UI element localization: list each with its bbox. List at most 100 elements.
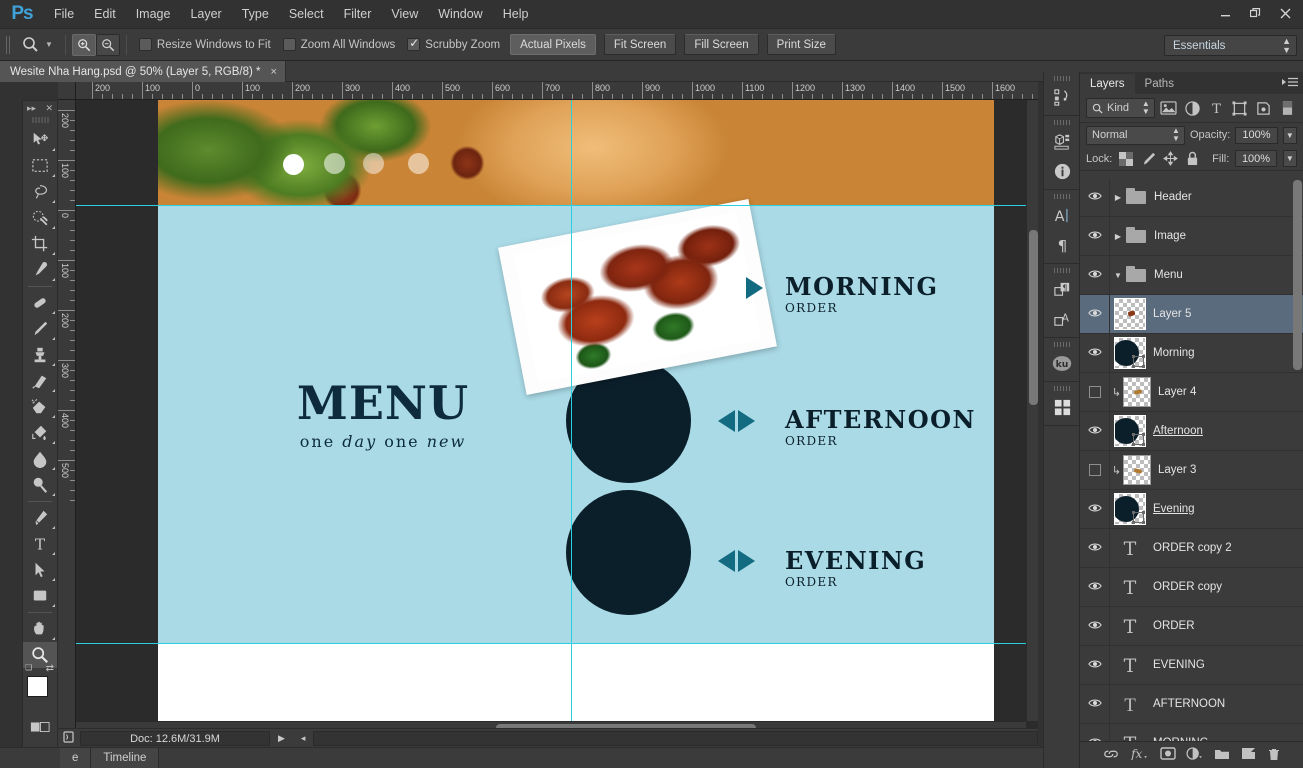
group-twirl-icon[interactable]: ▶ (1110, 193, 1126, 202)
layer-thumbnail[interactable] (1123, 377, 1151, 407)
menu-type[interactable]: Type (232, 0, 279, 28)
layer-visibility-toggle[interactable] (1080, 450, 1110, 490)
clone-stamp-tool[interactable] (23, 342, 57, 368)
pen-tool[interactable] (23, 505, 57, 531)
layer-name[interactable]: Header (1154, 191, 1192, 203)
layer-visibility-toggle[interactable] (1080, 372, 1110, 412)
menu-title-text[interactable]: MENU (248, 380, 518, 426)
eyedropper-tool[interactable] (23, 257, 57, 283)
close-icon[interactable]: × (271, 66, 277, 78)
panel-menu-icon[interactable] (1282, 77, 1298, 91)
info-panel-icon[interactable] (1044, 156, 1080, 186)
foreground-color-swatch[interactable] (27, 676, 48, 697)
lock-transparent-icon[interactable] (1118, 150, 1134, 168)
horizontal-ruler[interactable]: 200 100 0 100 200 300 400 500 600 700 800 900 1000 11… (76, 82, 1038, 100)
dock-grip-5[interactable] (1053, 340, 1070, 348)
layer-name[interactable]: AFTERNOON (1153, 698, 1225, 710)
layer-name[interactable]: EVENING (1153, 659, 1205, 671)
layer-name[interactable]: Image (1154, 230, 1186, 242)
crop-tool[interactable] (23, 231, 57, 257)
layer-thumbnail[interactable]: T (1114, 610, 1146, 642)
layer-row-image[interactable]: ▶ Image (1080, 216, 1303, 256)
zoom-all-windows-checkbox[interactable]: Zoom All Windows (282, 38, 395, 51)
rectangle-tool[interactable] (23, 583, 57, 609)
default-colors-icon[interactable]: ❏ (25, 663, 32, 672)
afternoon-title-text[interactable]: AFTERNOON (785, 405, 976, 434)
afternoon-order-text[interactable]: ORDER (785, 434, 838, 448)
group-twirl-icon[interactable]: ▼ (1110, 271, 1126, 280)
ruler-corner[interactable] (58, 82, 76, 100)
layer-name[interactable]: ORDER copy 2 (1153, 542, 1232, 554)
layer-thumbnail[interactable]: T (1114, 688, 1146, 720)
layer-style-icon[interactable]: fx (1130, 747, 1149, 763)
filter-shape-icon[interactable] (1230, 98, 1250, 118)
morning-title-text[interactable]: MORNING (785, 272, 939, 301)
opacity-chevron-down-icon[interactable]: ▼ (1282, 126, 1297, 144)
dodge-tool[interactable] (23, 472, 57, 498)
evening-order-text[interactable]: ORDER (785, 575, 838, 589)
rectangular-marquee-tool[interactable] (23, 153, 57, 179)
layer-name[interactable]: ORDER (1153, 620, 1195, 632)
blend-mode-select[interactable]: Normal ▲ ▼ (1086, 125, 1185, 145)
layer-visibility-toggle[interactable] (1080, 216, 1110, 256)
gradient-tool[interactable] (23, 420, 57, 446)
layer-thumbnail[interactable] (1114, 337, 1146, 369)
dock-grip-3[interactable] (1053, 192, 1070, 200)
zoom-tool-icon[interactable] (15, 32, 45, 58)
layer-row-evening-text[interactable]: T EVENING (1080, 645, 1303, 685)
menu-file[interactable]: File (44, 0, 84, 28)
layer-thumbnail[interactable]: T (1114, 532, 1146, 564)
collapse-panel-icon[interactable]: ▸▸ (27, 103, 36, 114)
menu-layer[interactable]: Layer (180, 0, 231, 28)
layer-row-header[interactable]: ▶ Header (1080, 178, 1303, 217)
mini-bridge-panel-icon[interactable] (1044, 392, 1080, 422)
character-panel-icon[interactable]: A (1044, 200, 1080, 230)
brush-tool[interactable] (23, 316, 57, 342)
layer-visibility-toggle[interactable] (1080, 294, 1110, 334)
restore-button[interactable] (1241, 2, 1269, 24)
close-button[interactable] (1271, 2, 1299, 24)
document-viewport[interactable]: MENU one day one new MORNING ORDER AFTER… (76, 100, 1026, 721)
horizontal-guide-top[interactable] (76, 205, 1026, 206)
workspace-selector[interactable]: Essentials ▲ ▼ (1164, 35, 1297, 56)
delete-layer-icon[interactable] (1267, 747, 1281, 764)
canvas-vertical-scrollbar[interactable] (1026, 100, 1038, 721)
quick-selection-tool[interactable] (23, 205, 57, 231)
link-layers-icon[interactable] (1103, 748, 1119, 763)
layer-visibility-toggle[interactable] (1080, 567, 1110, 607)
layer-mask-icon[interactable] (1160, 747, 1176, 763)
dock-grip-1[interactable] (1053, 74, 1070, 82)
layer-row-layer-3[interactable]: ↳ Layer 3 (1080, 450, 1303, 490)
layer-name[interactable]: Morning (1153, 347, 1195, 359)
layer-visibility-toggle[interactable] (1080, 528, 1110, 568)
layer-kind-select[interactable]: Kind ▲ ▼ (1086, 98, 1155, 118)
layer-row-menu[interactable]: ▼ Menu (1080, 255, 1303, 295)
layer-visibility-toggle[interactable] (1080, 489, 1110, 529)
morning-order-text[interactable]: ORDER (785, 301, 838, 315)
layer-thumbnail[interactable] (1123, 455, 1151, 485)
new-group-icon[interactable] (1214, 747, 1230, 763)
print-size-button[interactable]: Print Size (766, 34, 836, 55)
zoom-out-button[interactable] (95, 33, 120, 56)
layer-visibility-toggle[interactable] (1080, 684, 1110, 724)
quick-mask-toggle[interactable] (23, 714, 57, 740)
tab-paths[interactable]: Paths (1135, 74, 1184, 94)
layer-thumbnail[interactable]: T (1114, 649, 1146, 681)
history-brush-tool[interactable] (23, 368, 57, 394)
layer-row-order[interactable]: T ORDER (1080, 606, 1303, 646)
lock-all-icon[interactable] (1184, 150, 1200, 168)
layer-thumbnail[interactable] (1114, 493, 1146, 525)
horizontal-guide-bottom[interactable] (76, 643, 1026, 644)
close-panel-icon[interactable]: ✕ (45, 103, 53, 114)
status-play-icon[interactable]: ▶ (278, 733, 285, 744)
resize-windows-to-fit-checkbox[interactable]: Resize Windows to Fit (138, 38, 271, 51)
move-tool[interactable] (23, 127, 57, 153)
layer-name[interactable]: Afternoon (1153, 425, 1203, 437)
layer-name[interactable]: Layer 5 (1153, 308, 1191, 320)
document-tab[interactable]: Wesite Nha Hang.psd @ 50% (Layer 5, RGB/… (0, 61, 286, 82)
fit-screen-button[interactable]: Fit Screen (603, 34, 677, 55)
layer-list[interactable]: ▶ Header ▶ Image ▼ Menu Layer 5 Morning … (1080, 178, 1303, 768)
fill-screen-button[interactable]: Fill Screen (684, 34, 759, 55)
filter-adjustment-icon[interactable] (1183, 98, 1203, 118)
layer-thumbnail[interactable] (1114, 298, 1146, 330)
